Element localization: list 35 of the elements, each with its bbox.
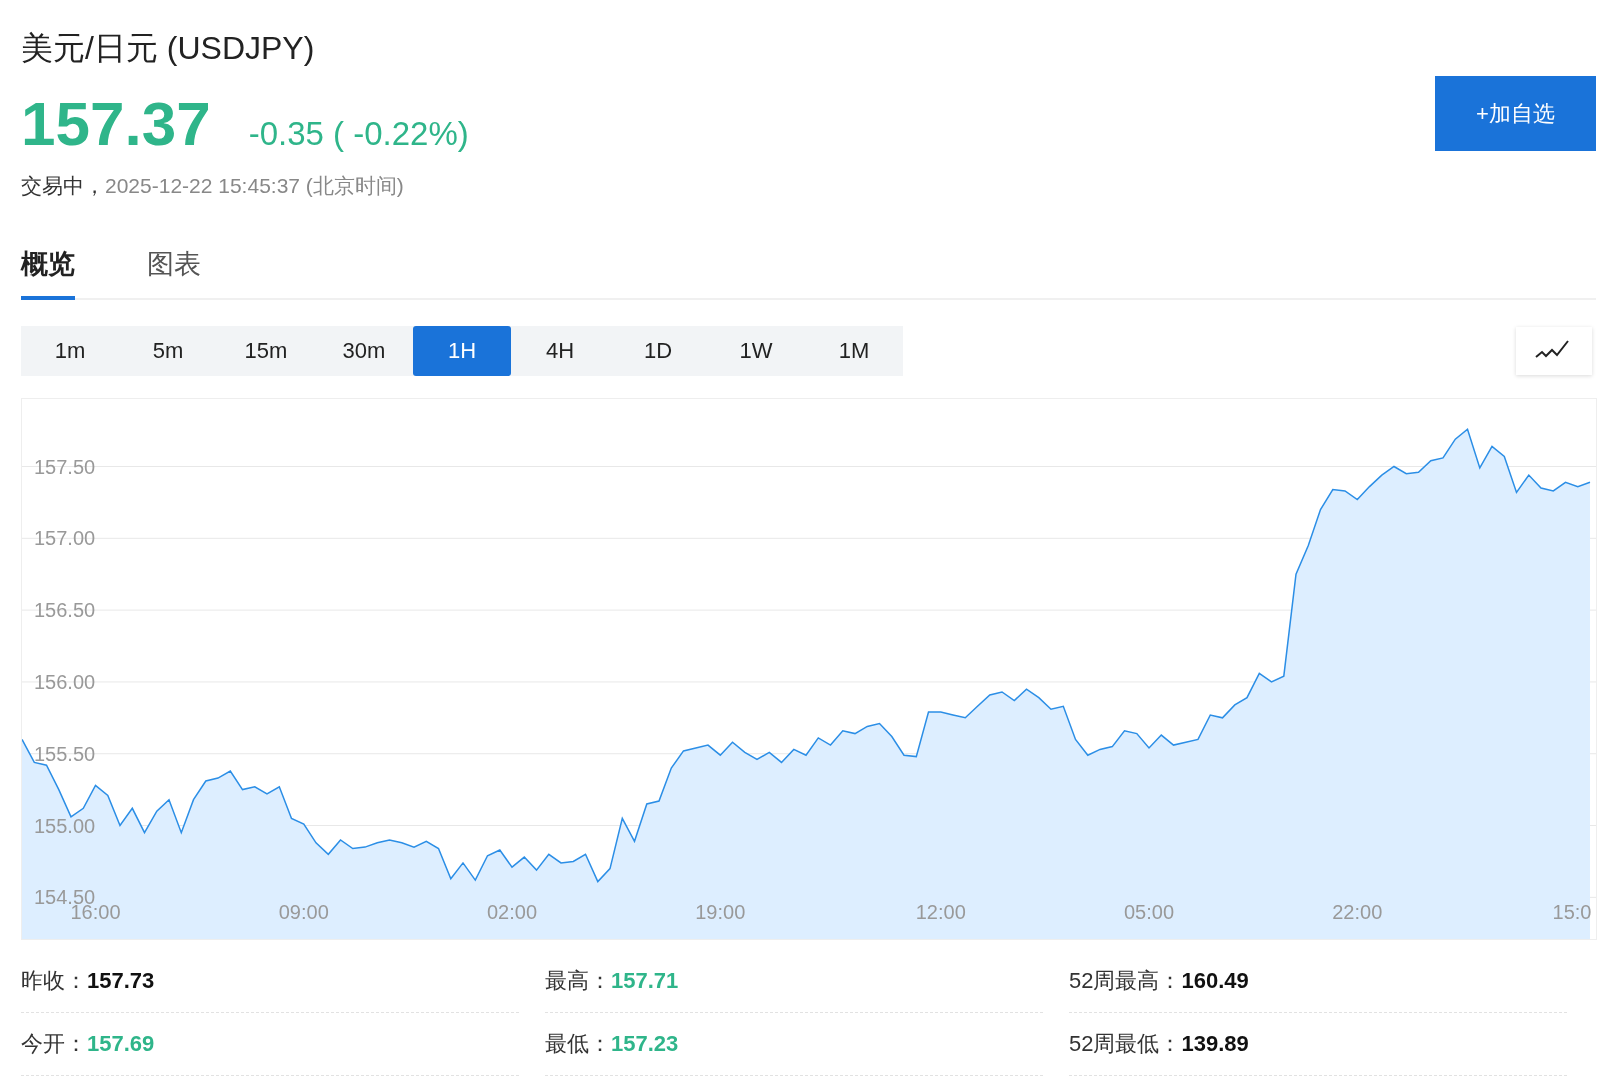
- stat-label: 52周最高：: [1069, 967, 1182, 995]
- timestamp: 2025-12-22 15:45:37 (北京时间): [105, 174, 404, 197]
- stat-value: 157.69: [87, 1031, 155, 1057]
- price-change: -0.35 ( -0.22%): [248, 115, 469, 153]
- stat-label: 最高：: [545, 967, 611, 995]
- x-axis-label: 02:00: [486, 901, 538, 923]
- pair-title: 美元/日元 (USDJPY): [21, 29, 316, 68]
- stat-label: 今开：: [21, 1030, 87, 1058]
- add-watchlist-button[interactable]: +加自选: [1435, 76, 1596, 151]
- y-axis-label: 157.00: [34, 527, 96, 550]
- x-axis-label: 09:00: [278, 901, 329, 923]
- stat-value: 157.73: [87, 968, 155, 994]
- x-axis-label: 15:0: [1552, 901, 1592, 923]
- y-axis-label: 155.00: [34, 814, 96, 837]
- stat-value: 157.23: [611, 1031, 679, 1057]
- x-axis-label: 12:00: [915, 901, 966, 923]
- stat-label: 最低：: [545, 1030, 611, 1058]
- stat-value: 139.89: [1181, 1031, 1249, 1057]
- y-axis-label: 157.50: [34, 455, 96, 478]
- chart-type-button[interactable]: [1516, 327, 1592, 375]
- y-axis-label: 155.50: [34, 742, 96, 765]
- y-axis-label: 156.00: [34, 670, 96, 693]
- tab[interactable]: 图表: [147, 246, 201, 300]
- x-axis-label: 05:00: [1123, 901, 1175, 923]
- price: 157.37: [21, 90, 211, 158]
- x-axis-label: 19:00: [695, 901, 746, 923]
- trading-status: 交易中，: [21, 174, 105, 197]
- stat-label: 昨收：: [21, 967, 87, 995]
- y-axis-label: 156.50: [34, 599, 96, 622]
- stat-value: 157.71: [611, 968, 679, 994]
- x-axis-label: 22:00: [1332, 901, 1383, 923]
- tab[interactable]: 概览: [21, 246, 75, 300]
- stat-value: 160.49: [1181, 968, 1249, 994]
- interval-button[interactable]: 1H: [413, 326, 511, 376]
- stat-label: 52周最低：: [1069, 1030, 1182, 1058]
